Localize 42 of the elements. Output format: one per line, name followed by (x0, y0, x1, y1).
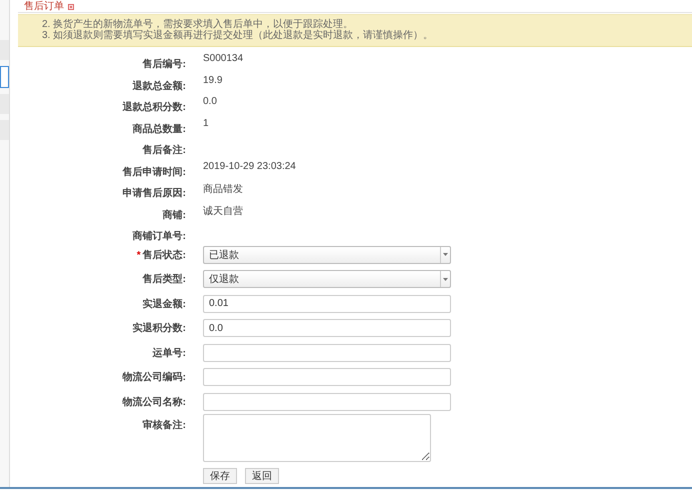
field-label: 商铺订单号: (132, 231, 186, 242)
field-value: 1 (203, 116, 209, 128)
field-label: 审核备注: (142, 420, 186, 431)
input-field[interactable] (203, 368, 451, 386)
field-label: 售后类型: (142, 274, 186, 286)
caret-icon (443, 278, 448, 281)
field-value: 诚天自营 (203, 204, 243, 218)
field-label: 售后编号: (142, 59, 186, 70)
field-label: 实退积分数: (132, 323, 186, 334)
close-icon[interactable] (68, 4, 74, 10)
notice-text: 3. 如须退款则需要填写实退金额再进行提交处理（此处退款是实时退款，请谨慎操作）。 (42, 30, 434, 41)
field-value: 2019-10-29 23:03:24 (203, 160, 296, 172)
field-label: 退款总积分数: (122, 102, 186, 113)
field-label: 售后备注: (142, 145, 186, 156)
field-label: 实退金额: (142, 298, 186, 310)
caret-icon (443, 253, 448, 256)
field-label: 退款总金额: (132, 80, 186, 92)
field-label: 商铺: (162, 210, 186, 220)
field-value: 19.9 (203, 74, 222, 86)
sidebar-tab[interactable] (0, 66, 9, 88)
input-field[interactable] (203, 344, 451, 362)
required-mark: * (136, 250, 141, 261)
input-field[interactable] (203, 392, 451, 411)
remark-field[interactable] (203, 414, 431, 462)
field-label: 售后状态: (142, 250, 186, 261)
field-label: 物流公司编码: (122, 372, 186, 384)
field-label: 商品总数量: (132, 124, 186, 134)
field-value: 商品错发 (203, 182, 243, 196)
page-tab[interactable]: 售后订单 (24, 1, 64, 12)
form-button[interactable]: 保存 (203, 468, 237, 484)
field-label: 运单号: (152, 348, 186, 359)
field-label: 申请售后原因: (122, 188, 186, 199)
input-field[interactable]: 0.01 (203, 294, 451, 313)
field-label: 物流公司名称: (122, 396, 186, 408)
form-button[interactable]: 返回 (245, 468, 279, 484)
notice-text: 2. 换货产生的新物流单号，需按要求填入售后单中，以便于跟踪处理。 (42, 19, 354, 30)
select-field[interactable]: 仅退款 (203, 270, 451, 288)
field-label: 售后申请时间: (122, 166, 186, 178)
field-value: 0.0 (203, 95, 217, 107)
field-value: S000134 (203, 52, 244, 64)
input-field[interactable]: 0.0 (203, 319, 451, 338)
select-field[interactable]: 已退款 (203, 246, 451, 264)
